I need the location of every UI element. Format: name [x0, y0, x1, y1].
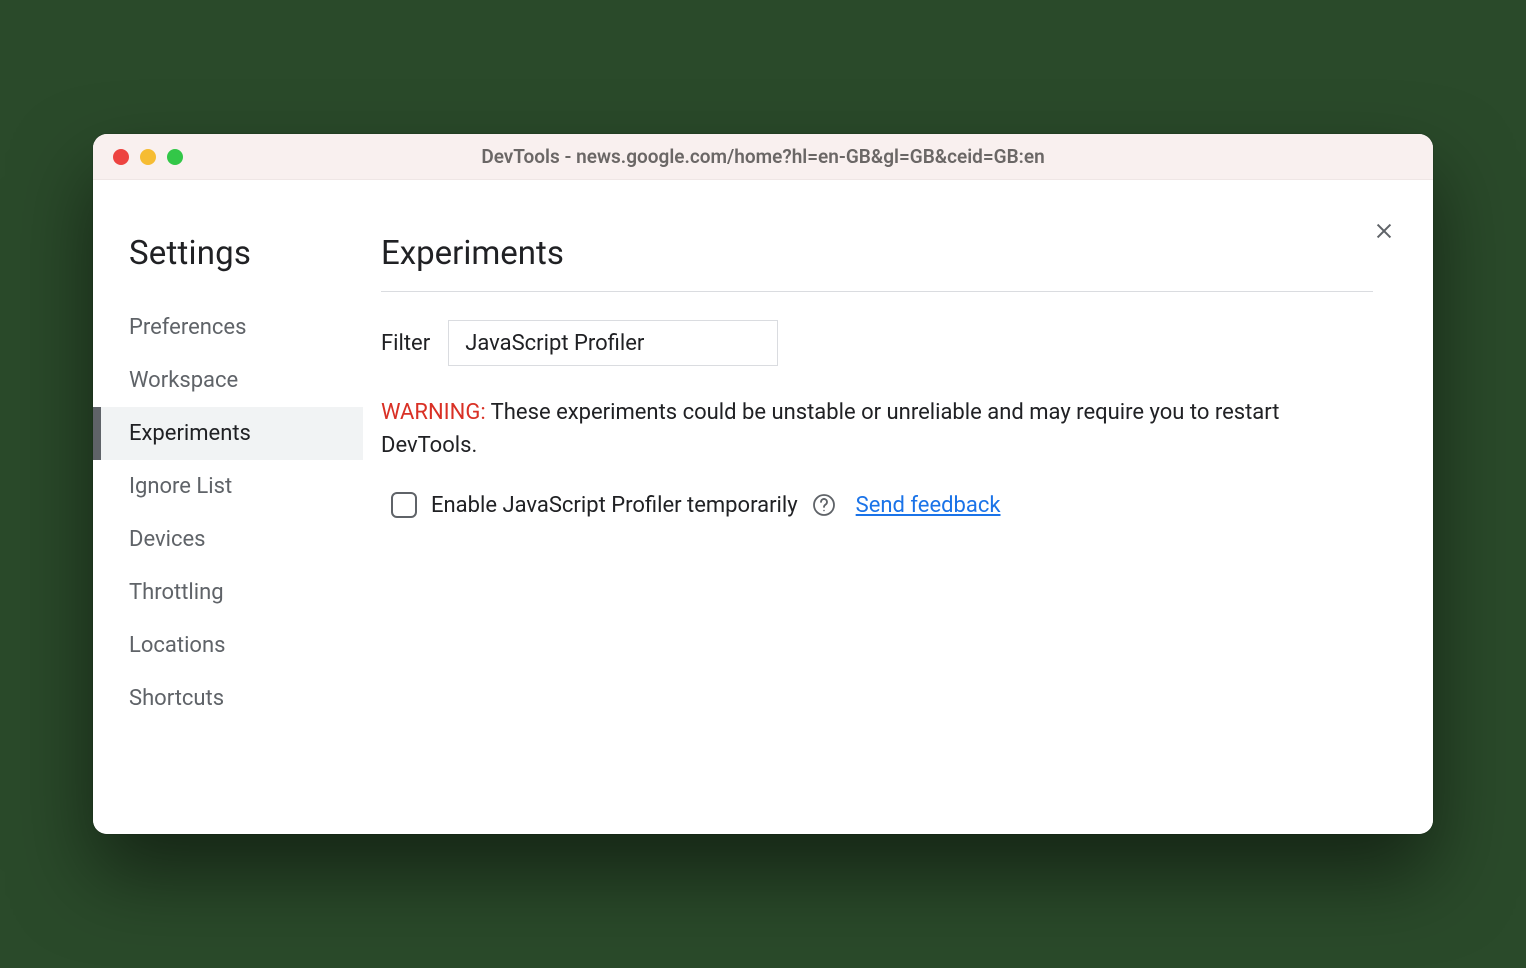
titlebar: DevTools - news.google.com/home?hl=en-GB…: [93, 134, 1433, 180]
filter-input[interactable]: [448, 320, 778, 366]
filter-label: Filter: [381, 331, 430, 356]
warning-prefix: WARNING:: [381, 400, 486, 425]
close-settings-button[interactable]: [1369, 218, 1399, 248]
main-panel: Experiments Filter WARNING: These experi…: [363, 180, 1433, 834]
close-icon: [1373, 220, 1395, 246]
sidebar-item-label: Locations: [129, 633, 225, 658]
window-close-button[interactable]: [113, 149, 129, 165]
devtools-window: DevTools - news.google.com/home?hl=en-GB…: [93, 134, 1433, 834]
send-feedback-link[interactable]: Send feedback: [856, 493, 1001, 518]
sidebar-item-label: Ignore List: [129, 474, 232, 499]
sidebar-item-workspace[interactable]: Workspace: [93, 354, 363, 407]
experiment-checkbox[interactable]: [391, 492, 417, 518]
sidebar-item-ignore-list[interactable]: Ignore List: [93, 460, 363, 513]
sidebar-item-experiments[interactable]: Experiments: [93, 407, 363, 460]
sidebar-item-locations[interactable]: Locations: [93, 619, 363, 672]
window-maximize-button[interactable]: [167, 149, 183, 165]
sidebar-item-label: Experiments: [129, 421, 251, 446]
sidebar-item-preferences[interactable]: Preferences: [93, 301, 363, 354]
sidebar-item-label: Preferences: [129, 315, 246, 340]
experiment-row: Enable JavaScript Profiler temporarily S…: [381, 492, 1373, 518]
panel-title: Experiments: [381, 234, 1373, 292]
traffic-lights: [113, 149, 183, 165]
sidebar-item-label: Workspace: [129, 368, 238, 393]
sidebar-item-shortcuts[interactable]: Shortcuts: [93, 672, 363, 725]
settings-sidebar: Settings Preferences Workspace Experimen…: [93, 180, 363, 834]
window-minimize-button[interactable]: [140, 149, 156, 165]
content-area: Settings Preferences Workspace Experimen…: [93, 180, 1433, 834]
help-icon[interactable]: [812, 493, 836, 517]
window-title: DevTools - news.google.com/home?hl=en-GB…: [93, 145, 1433, 168]
sidebar-item-throttling[interactable]: Throttling: [93, 566, 363, 619]
experiment-label: Enable JavaScript Profiler temporarily: [431, 493, 798, 518]
sidebar-item-devices[interactable]: Devices: [93, 513, 363, 566]
warning-message: WARNING: These experiments could be unst…: [381, 396, 1373, 462]
filter-row: Filter: [381, 320, 1373, 366]
sidebar-item-label: Throttling: [129, 580, 224, 605]
warning-body: These experiments could be unstable or u…: [381, 400, 1279, 458]
settings-title: Settings: [93, 234, 363, 301]
sidebar-item-label: Shortcuts: [129, 686, 224, 711]
sidebar-item-label: Devices: [129, 527, 206, 552]
